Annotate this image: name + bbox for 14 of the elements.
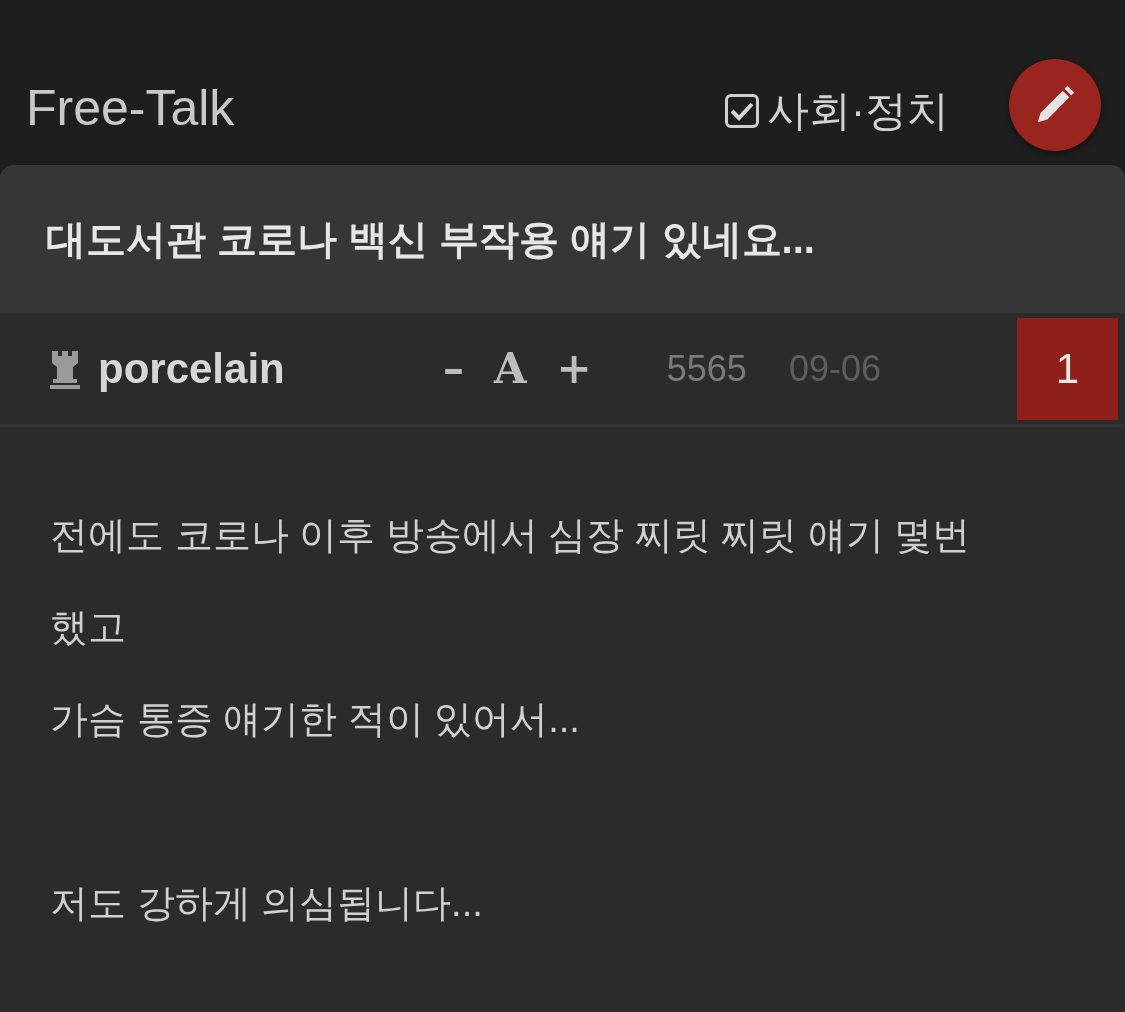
body-text: 전에도 코로나 이후 방송에서 심장 찌릿 찌릿 얘기 몇번 했고 [50,513,972,650]
body-text: 저도 강하게 의심됩니다... [50,881,484,926]
view-count: 5565 [666,347,747,390]
font-size-button[interactable]: A [479,344,542,393]
post-title: 대도서관 코로나 백신 부작용 얘기 있네요... [46,215,815,263]
body-text: 가슴 통증 얘기한 적이 있어서... [50,697,581,742]
comment-count-button[interactable]: 1 [1017,317,1118,420]
rook-icon [48,348,82,389]
board-title: Free-Talk [26,79,236,138]
check-icon [730,101,754,121]
font-size-button[interactable]: – [428,344,479,393]
author-name: porcelain [98,344,286,393]
font-size-button[interactable]: + [541,344,607,393]
category-checkbox[interactable]: 사회·정치 [725,83,949,151]
